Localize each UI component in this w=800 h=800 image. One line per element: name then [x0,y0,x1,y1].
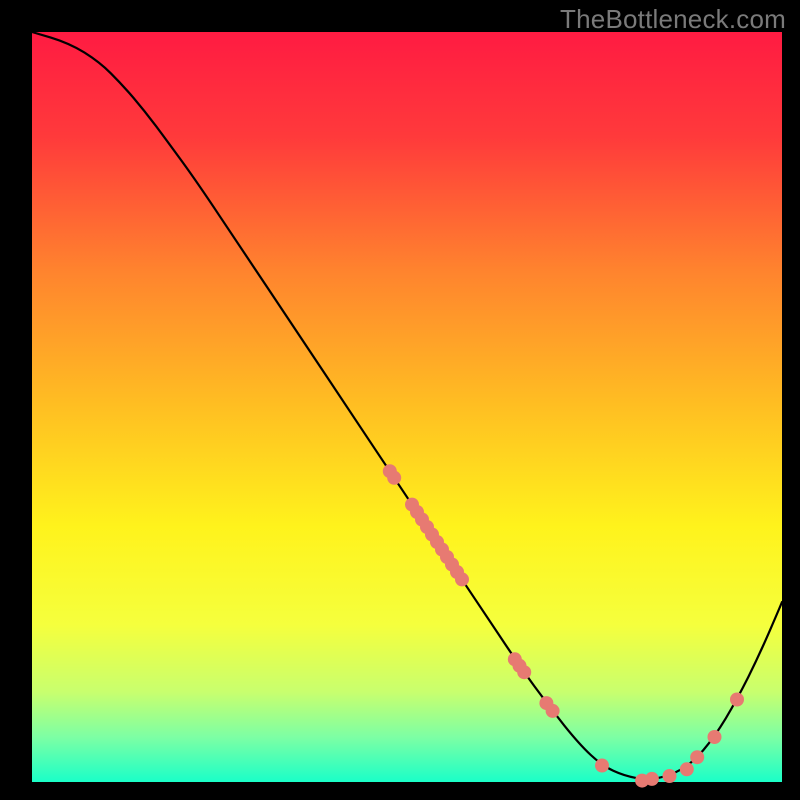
curve-marker [595,759,609,773]
curve-marker [455,572,469,586]
curve-marker [690,750,704,764]
chart-frame: TheBottleneck.com [0,0,800,800]
curve-marker [645,772,659,786]
chart-canvas [0,0,800,800]
curve-marker [708,730,722,744]
curve-marker [517,665,531,679]
curve-marker [663,769,677,783]
plot-background [32,32,782,782]
curve-marker [546,704,560,718]
curve-marker [387,471,401,485]
curve-marker [730,693,744,707]
curve-marker [680,762,694,776]
